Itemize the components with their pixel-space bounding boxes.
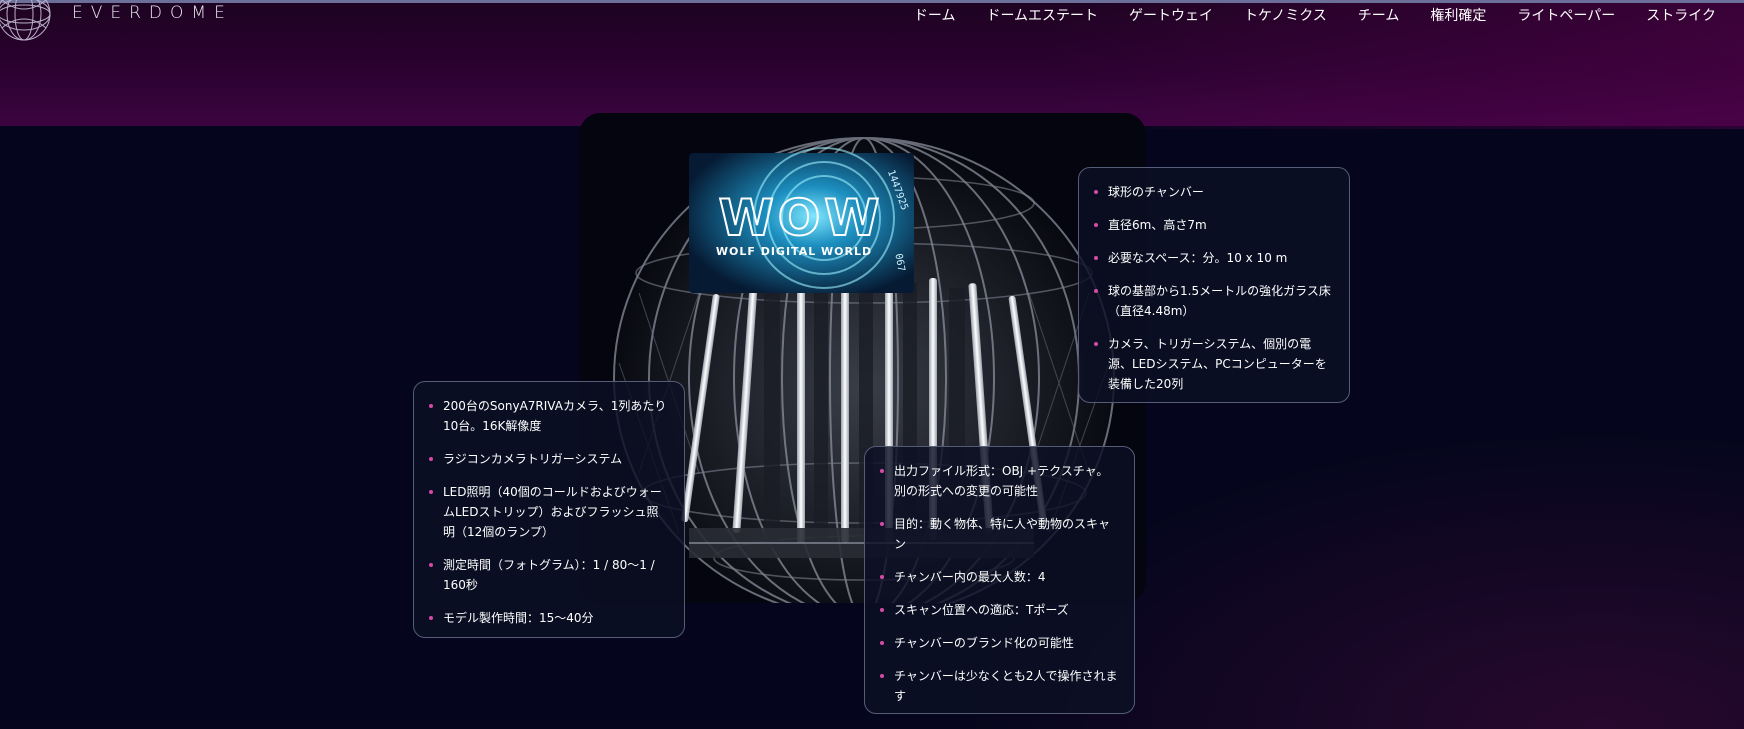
- screen-subtitle: WOLF DIGITAL WORLD: [716, 245, 872, 258]
- nav-item-dome-estate[interactable]: ドームエステート: [986, 5, 1098, 25]
- list-item: 球の基部から1.5メートルの強化ガラス床（直径4.48m）: [1093, 281, 1335, 321]
- site-header: EVERDOME ドーム ドームエステート ゲートウェイ トケノミクス チーム …: [0, 0, 1744, 41]
- list-item: チャンバーは少なくとも2人で操作されます: [879, 666, 1120, 706]
- list-item: モデル製作時間：15〜40分: [428, 608, 670, 628]
- nav-item-strike[interactable]: ストライク: [1646, 5, 1716, 25]
- nav-item-gateway[interactable]: ゲートウェイ: [1129, 5, 1213, 25]
- list-item: スキャン位置への適応：Tポーズ: [879, 600, 1120, 620]
- list-item: 必要なスペース：分。10 x 10 m: [1093, 248, 1335, 268]
- list-item: ラジコンカメラトリガーシステム: [428, 449, 670, 469]
- screen-title: WOW: [719, 189, 884, 247]
- list-item: 目的：動く物体、特に人や動物のスキャン: [879, 514, 1120, 554]
- list-item: カメラ、トリガーシステム、個別の電源、LEDシステム、PCコンピューターを装備し…: [1093, 334, 1335, 394]
- list-item: 球形のチャンバー: [1093, 182, 1335, 202]
- camera-specs-card: 200台のSonyA7RIVAカメラ、1列あたり10台。16K解像度 ラジコンカ…: [413, 381, 685, 638]
- output-specs-list: 出力ファイル形式：OBJ +テクスチャ。別の形式への変更の可能性 目的：動く物体…: [879, 461, 1120, 706]
- main-nav: ドーム ドームエステート ゲートウェイ トケノミクス チーム 権利確定 ライトペ…: [883, 5, 1716, 25]
- everdome-logo-icon[interactable]: [0, 0, 56, 44]
- nav-item-vesting[interactable]: 権利確定: [1430, 5, 1486, 25]
- nav-item-team[interactable]: チーム: [1358, 5, 1400, 25]
- output-specs-card: 出力ファイル形式：OBJ +テクスチャ。別の形式への変更の可能性 目的：動く物体…: [864, 446, 1135, 714]
- brand-name[interactable]: EVERDOME: [72, 3, 233, 23]
- list-item: 測定時間（フォトグラム）：1 / 80〜1 / 160秒: [428, 555, 670, 595]
- chamber-specs-list: 球形のチャンバー 直径6m、高さ7m 必要なスペース：分。10 x 10 m 球…: [1093, 182, 1335, 394]
- nav-item-dome[interactable]: ドーム: [914, 5, 956, 25]
- nav-item-tokenomics[interactable]: トケノミクス: [1244, 5, 1327, 25]
- nav-item-lightpaper[interactable]: ライトペーパー: [1517, 5, 1615, 25]
- list-item: チャンバーのブランド化の可能性: [879, 633, 1120, 653]
- list-item: LED照明（40個のコールドおよびウォームLEDストリップ）およびフラッシュ照明…: [428, 482, 670, 542]
- camera-specs-list: 200台のSonyA7RIVAカメラ、1列あたり10台。16K解像度 ラジコンカ…: [428, 396, 670, 628]
- list-item: チャンバー内の最大人数：4: [879, 567, 1120, 587]
- list-item: 200台のSonyA7RIVAカメラ、1列あたり10台。16K解像度: [428, 396, 670, 436]
- list-item: 出力ファイル形式：OBJ +テクスチャ。別の形式への変更の可能性: [879, 461, 1120, 501]
- page: EVERDOME ドーム ドームエステート ゲートウェイ トケノミクス チーム …: [0, 0, 1744, 729]
- list-item: 直径6m、高さ7m: [1093, 215, 1335, 235]
- chamber-specs-card: 球形のチャンバー 直径6m、高さ7m 必要なスペース：分。10 x 10 m 球…: [1078, 167, 1350, 403]
